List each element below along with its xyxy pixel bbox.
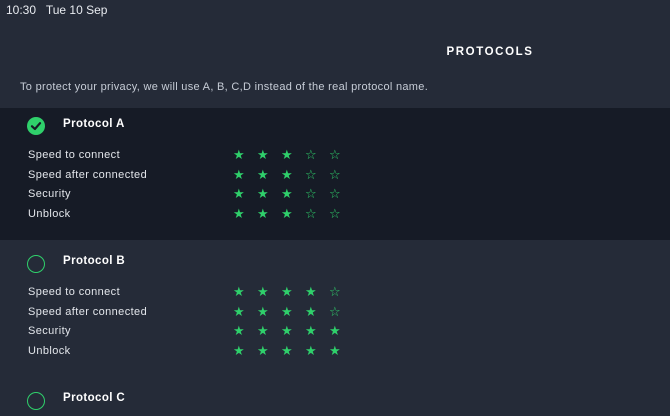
rating-label: Speed after connected [28,305,148,318]
protocol-name: Protocol B [63,255,126,267]
star-filled-icon: ★ [257,206,269,222]
star-filled-icon: ★ [281,343,293,359]
star-filled-icon: ★ [281,148,293,163]
star-rating: ★ ★ ★ ☆ ☆ [233,205,353,223]
rating-label: Speed to connect [28,149,121,161]
star-filled-icon: ★ [233,206,245,222]
protocol-name: Protocol C [63,392,126,404]
star-filled-icon: ★ [257,148,269,163]
star-filled-icon: ★ [257,324,269,340]
star-filled-icon: ★ [329,324,341,340]
page-title: PROTOCOLS [446,46,534,58]
star-filled-icon: ★ [233,304,245,320]
star-filled-icon: ★ [329,343,341,359]
star-filled-icon: ★ [233,343,245,359]
star-rating: ★ ★ ★ ★ ★ [233,342,353,360]
rating-row: Speed after connected ★ ★ ★ ★ ☆ [0,303,670,321]
star-filled-icon: ★ [281,167,293,183]
status-bar: 10:30 Tue 10 Sep [0,0,670,22]
star-filled-icon: ★ [281,206,293,222]
protocol-name: Protocol A [63,118,125,130]
star-filled-icon: ★ [233,324,245,340]
star-rating: ★ ★ ★ ★ ☆ [233,283,353,301]
star-filled-icon: ★ [257,304,269,320]
rating-label: Unblock [28,344,71,357]
rating-row: Security ★ ★ ★ ☆ ☆ [0,185,670,203]
rating-label: Unblock [28,207,71,220]
star-empty-icon: ☆ [329,148,341,163]
star-rating: ★ ★ ★ ☆ ☆ [233,166,353,184]
star-filled-icon: ★ [233,187,245,203]
star-filled-icon: ★ [281,324,293,340]
protocol-option-c[interactable]: Protocol C [0,378,670,416]
star-empty-icon: ☆ [329,206,341,222]
star-empty-icon: ☆ [329,285,341,300]
rating-row: Unblock ★ ★ ★ ★ ★ [0,342,670,360]
rating-row: Unblock ★ ★ ★ ☆ ☆ [0,205,670,223]
star-rating: ★ ★ ★ ☆ ☆ [233,185,353,203]
star-empty-icon: ☆ [305,206,317,222]
status-date: Tue 10 Sep [45,3,108,17]
star-filled-icon: ★ [233,167,245,183]
radio-unchecked-icon[interactable] [27,255,45,273]
radio-checked-icon[interactable] [27,117,45,135]
rating-row: Speed to connect ★ ★ ★ ☆ ☆ [0,146,670,164]
star-filled-icon: ★ [281,285,293,300]
rating-row: Speed to connect ★ ★ ★ ★ ☆ [0,283,670,301]
protocol-option-a[interactable]: Protocol A Speed to connect ★ ★ ★ ☆ ☆ Speed aft… [0,108,670,240]
star-filled-icon: ★ [281,304,293,320]
star-rating: ★ ★ ★ ★ ★ [233,322,353,340]
rating-row: Speed after connected ★ ★ ★ ☆ ☆ [0,166,670,184]
star-rating: ★ ★ ★ ☆ ☆ [233,146,353,164]
star-filled-icon: ★ [257,285,269,300]
star-empty-icon: ☆ [329,187,341,203]
star-empty-icon: ☆ [329,167,341,183]
star-empty-icon: ☆ [305,148,317,163]
star-filled-icon: ★ [233,148,245,163]
star-rating: ★ ★ ★ ★ ☆ [233,303,353,321]
star-filled-icon: ★ [233,285,245,300]
star-filled-icon: ★ [305,285,317,300]
rating-label: Speed after connected [28,168,148,181]
status-time: 10:30 [6,3,37,17]
protocol-option-b[interactable]: Protocol B Speed to connect ★ ★ ★ ★ ☆ Speed aft… [0,241,670,378]
star-filled-icon: ★ [257,343,269,359]
star-empty-icon: ☆ [305,187,317,203]
star-filled-icon: ★ [257,187,269,203]
rating-label: Security [28,188,71,201]
star-filled-icon: ★ [305,324,317,340]
radio-unchecked-icon[interactable] [27,392,45,410]
star-filled-icon: ★ [281,187,293,203]
checkmark-icon [30,122,42,131]
rating-row: Security ★ ★ ★ ★ ★ [0,322,670,340]
star-filled-icon: ★ [305,304,317,320]
privacy-note: To protect your privacy, we will use A, … [20,81,429,93]
star-filled-icon: ★ [257,167,269,183]
rating-label: Security [28,325,71,338]
star-filled-icon: ★ [305,343,317,359]
star-empty-icon: ☆ [305,167,317,183]
star-empty-icon: ☆ [329,304,341,320]
rating-label: Speed to connect [28,286,121,298]
